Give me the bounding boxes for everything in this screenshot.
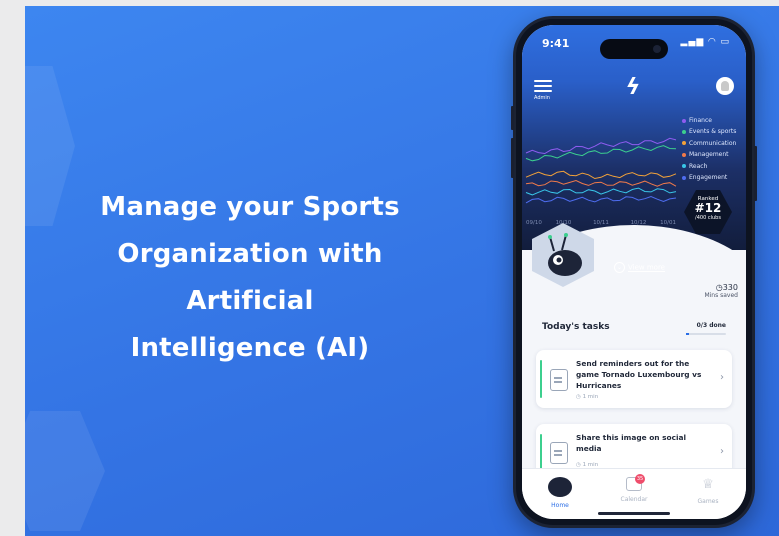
task-duration: ◷ 1 min <box>576 394 599 400</box>
phone-side-button <box>511 106 514 130</box>
signal-wifi-battery-icon: ▂▄▆ ◠ ▭ <box>680 37 730 47</box>
tab-games[interactable]: ♕ Games <box>678 477 738 505</box>
series-line-finance <box>525 137 677 155</box>
clipboard-icon <box>550 369 568 391</box>
app-navbar: Admin ϟ <box>522 65 746 110</box>
tab-home[interactable]: Home <box>530 477 590 509</box>
legend-label: Reach <box>689 162 708 170</box>
hamburger-menu-button[interactable]: Admin <box>534 80 552 101</box>
headline-line: Artificial <box>186 286 314 316</box>
tasks-progress-fill <box>686 333 689 335</box>
legend-dot <box>682 129 686 134</box>
bolt-logo-icon: ϟ <box>625 75 641 100</box>
home-icon <box>548 477 572 497</box>
status-bar: 9:41 ▂▄▆ ◠ ▭ <box>522 34 746 59</box>
trophy-icon: ♕ <box>702 477 714 492</box>
headline-line: Manage your Sports <box>100 192 400 222</box>
ranking-sub: /400 clubs <box>695 215 721 221</box>
legend-label: Engagement <box>689 174 728 182</box>
series-line-engagement <box>525 195 677 204</box>
tab-label: Games <box>697 498 719 505</box>
background-hexagon <box>25 411 105 531</box>
bottom-tab-bar: Home 35 Calendar ♕ Games <box>522 468 746 519</box>
task-status-bar <box>540 360 542 398</box>
ranking-value: #12 <box>694 201 722 215</box>
legend-entry: Communication <box>682 138 736 149</box>
legend-label: Finance <box>689 117 712 124</box>
headline-line: Intelligence (AI) <box>130 333 370 363</box>
headline: Manage your Sports Organization with Art… <box>45 184 455 372</box>
calendar-icon: 35 <box>626 474 645 491</box>
clock-icon: ◷ <box>715 283 723 292</box>
headline-line: Organization with <box>117 239 383 269</box>
view-more-link[interactable]: ⌄ View more <box>614 262 665 273</box>
user-avatar-icon[interactable] <box>716 77 734 95</box>
series-line-events-sports <box>525 145 677 162</box>
chevron-right-icon: › <box>720 372 724 383</box>
legend-label: Events & sports <box>689 128 737 136</box>
task-card[interactable]: Send reminders out for the game Tornado … <box>536 350 732 408</box>
chevron-down-icon: ⌄ <box>614 262 625 273</box>
menu-label: Admin <box>534 95 550 101</box>
task-title: Share this image on social media <box>576 433 687 453</box>
phone-side-button <box>511 138 514 178</box>
phone-screen: 9:41 ▂▄▆ ◠ ▭ Admin ϟ 09/10 10/10 10/11 10/1… <box>522 25 746 519</box>
clipboard-icon <box>550 442 568 464</box>
status-time: 9:41 <box>542 37 570 50</box>
todays-tasks-panel: Today's tasks 0/3 done Send reminders ou… <box>536 310 732 485</box>
tab-calendar[interactable]: 35 Calendar <box>604 474 664 503</box>
phone-side-button <box>754 146 757 201</box>
hero-banner: Manage your Sports Organization with Art… <box>25 6 779 536</box>
tasks-title: Today's tasks <box>542 322 610 332</box>
legend-entry: Engagement <box>682 172 736 183</box>
legend-dot <box>682 152 686 157</box>
legend-entry: Reach <box>682 161 736 172</box>
legend-label: Management <box>689 151 729 159</box>
legend-label: Communication <box>689 139 737 147</box>
camera-icon <box>653 45 661 53</box>
series-line-communication <box>525 170 677 180</box>
legend-dot <box>682 164 686 169</box>
mins-label: Mins saved <box>704 292 738 299</box>
x-tick-label: 10/11 <box>593 220 609 226</box>
x-tick-label: 10/01 <box>660 220 676 226</box>
tab-label: Home <box>551 502 569 509</box>
legend-dot <box>682 118 686 123</box>
mins-saved: ◷330 Mins saved <box>704 283 738 299</box>
calendar-badge: 35 <box>635 474 645 484</box>
series-line-management <box>525 179 677 187</box>
legend-entry: Events & sports <box>682 126 736 137</box>
chevron-right-icon: › <box>720 446 724 457</box>
x-tick-label: 09/10 <box>526 220 542 226</box>
tasks-count: 0/3 done <box>696 322 726 329</box>
series-line-reach <box>525 187 677 196</box>
home-indicator <box>598 512 670 515</box>
task-title: Send reminders out for the game Tornado … <box>576 359 702 390</box>
chart-legend: Finance Events & sports Communication Manag… <box>682 115 736 183</box>
task-status-bar <box>540 434 542 470</box>
legend-dot <box>682 175 686 180</box>
legend-entry: Management <box>682 149 736 160</box>
legend-entry: Finance <box>682 115 736 126</box>
tab-label: Calendar <box>620 496 648 503</box>
dynamic-island <box>600 39 668 59</box>
phone-mockup: 9:41 ▂▄▆ ◠ ▭ Admin ϟ 09/10 10/10 10/11 10/1… <box>511 16 757 528</box>
tasks-progress-bar <box>686 333 726 335</box>
mins-value: 330 <box>722 283 738 292</box>
legend-dot <box>682 141 686 146</box>
